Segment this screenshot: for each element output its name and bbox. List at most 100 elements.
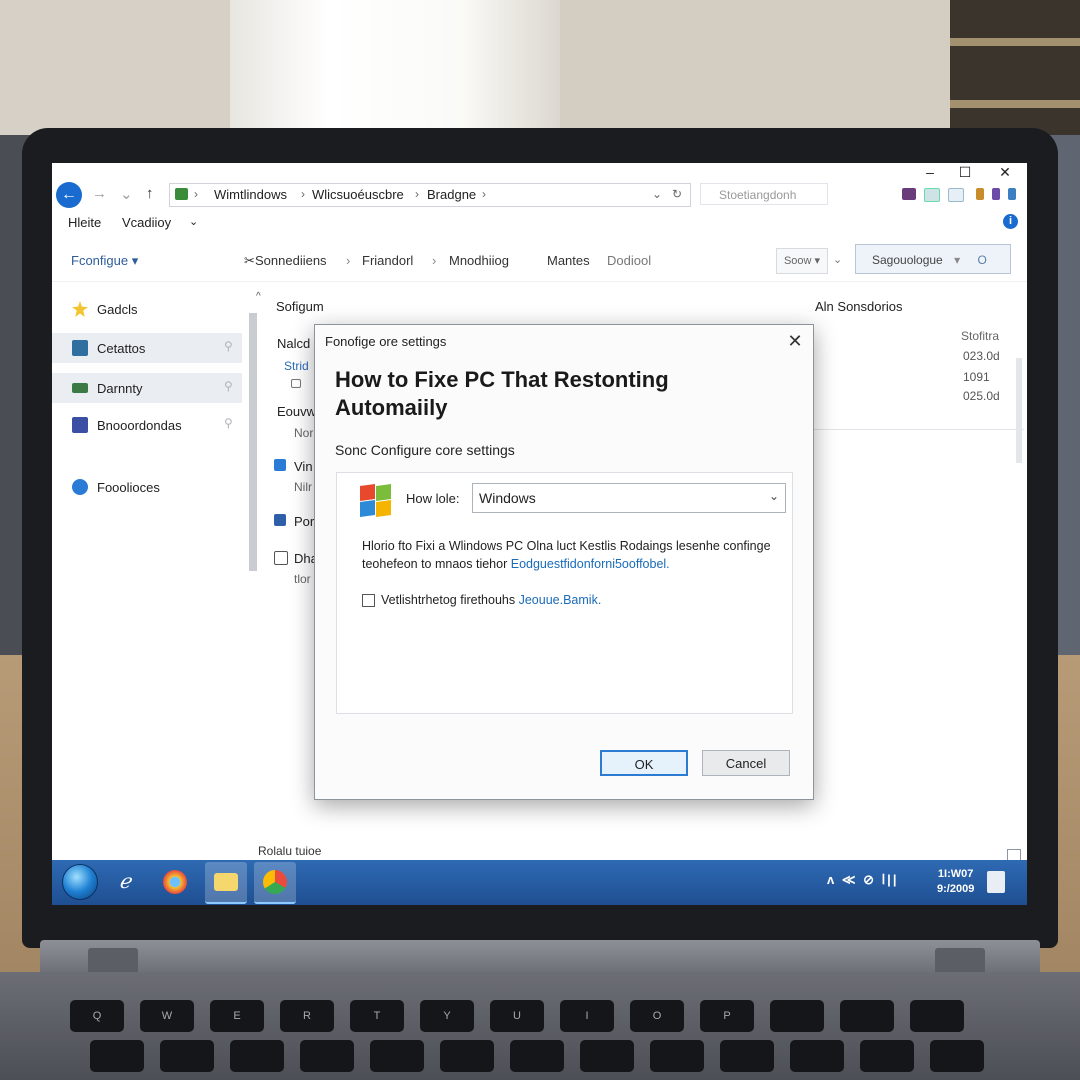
app-icon[interactable] bbox=[924, 188, 940, 202]
chevron-down-icon[interactable]: ⌄ bbox=[189, 215, 198, 228]
info-icon[interactable]: i bbox=[1003, 214, 1018, 229]
address-bar[interactable]: › Wimtlindows › Wlicsuoéuscbre › Bradgne… bbox=[169, 183, 691, 207]
breadcrumb-item[interactable]: Wlicsuoéuscbre bbox=[312, 187, 404, 202]
file-detail: tlor bbox=[294, 572, 311, 586]
column-header[interactable]: Aln Sonsdorios bbox=[815, 299, 902, 314]
menu-item[interactable]: Hleite bbox=[68, 215, 101, 230]
sort-button[interactable]: Soow ▾ bbox=[776, 248, 828, 274]
forward-button[interactable]: → bbox=[92, 185, 107, 202]
file-icon bbox=[291, 379, 301, 388]
nav-item-label: Darnnty bbox=[97, 381, 143, 396]
key bbox=[910, 1000, 964, 1032]
scrollbar[interactable] bbox=[1016, 358, 1022, 463]
app-icon[interactable] bbox=[948, 188, 964, 202]
chrome-icon bbox=[263, 870, 287, 894]
chevron-down-icon[interactable]: ⌄ bbox=[652, 187, 662, 201]
search-input[interactable]: Stoetiangdonh bbox=[700, 183, 828, 205]
sort-label: Soow bbox=[783, 255, 812, 267]
checkbox-link[interactable]: Jeouue.Bamik. bbox=[519, 593, 602, 607]
taskbar-app[interactable]: ℯ bbox=[106, 862, 148, 902]
file-size: 1091 bbox=[963, 370, 990, 384]
laptop-hinge bbox=[40, 940, 1040, 976]
nav-item[interactable]: Darnnty ⚲ bbox=[52, 373, 242, 403]
scissors-icon[interactable]: ✂ bbox=[244, 253, 255, 269]
file-size: 025.0d bbox=[963, 389, 1000, 403]
key bbox=[720, 1040, 774, 1072]
sort-arrow-icon[interactable]: ^ bbox=[256, 291, 261, 302]
navigation-pane: Gadcls Cetattos ⚲ Darnnty ⚲ Bnooordondas… bbox=[52, 289, 247, 849]
taskbar: ℯ ʌ ≪ ⊘ ⅼ|| 1I:W07 9:/2009 bbox=[52, 860, 1027, 905]
configure-menu[interactable]: Fconfigue ▾ bbox=[71, 253, 138, 269]
app-icon[interactable] bbox=[976, 188, 984, 200]
taskbar-app[interactable] bbox=[254, 862, 296, 904]
toolbar-crumb[interactable]: Dodiool bbox=[607, 253, 651, 268]
app-icon[interactable] bbox=[992, 188, 1000, 200]
start-button[interactable] bbox=[62, 864, 98, 900]
nav-item[interactable]: Gadcls bbox=[52, 294, 242, 324]
select-label: How lole: bbox=[406, 491, 460, 506]
key: Q bbox=[70, 1000, 124, 1032]
toolbar-crumb[interactable]: Mnodhiiog bbox=[449, 253, 509, 268]
key bbox=[160, 1040, 214, 1072]
divider bbox=[814, 429, 1024, 430]
menu-item[interactable]: Vcadiioy bbox=[122, 215, 171, 230]
file-name[interactable]: Vin bbox=[294, 459, 313, 474]
nav-item[interactable]: Bnooordondas ⚲ bbox=[52, 410, 242, 440]
scrollbar[interactable] bbox=[249, 313, 257, 571]
key bbox=[90, 1040, 144, 1072]
file-name[interactable]: Por bbox=[294, 514, 314, 529]
system-tray[interactable]: ʌ ≪ ⊘ ⅼ|| bbox=[827, 872, 898, 888]
notification-icon[interactable] bbox=[987, 871, 1005, 893]
description-link[interactable]: Eodguestfidonforni5ooffobel. bbox=[511, 557, 670, 571]
key: W bbox=[140, 1000, 194, 1032]
file-name[interactable]: Nalcd bbox=[277, 336, 310, 351]
close-icon[interactable]: ✕ bbox=[783, 329, 807, 353]
toolbar-crumb[interactable]: Mantes bbox=[547, 253, 590, 268]
breadcrumb-item[interactable]: Bradgne bbox=[427, 187, 476, 202]
laptop-screen: – ☐ ✕ ← → ⌄ ↑ › Wimtlindows › Wlicsuoéus… bbox=[52, 163, 1027, 905]
chevron-right-icon: › bbox=[194, 187, 198, 201]
recent-dropdown[interactable]: ⌄ bbox=[120, 185, 133, 203]
chevron-right-icon: › bbox=[301, 187, 305, 201]
breadcrumb-item[interactable]: Wimtlindows bbox=[214, 187, 287, 202]
close-window-button[interactable]: ✕ bbox=[987, 163, 1023, 181]
minimize-button[interactable]: – bbox=[912, 163, 948, 181]
folder-icon bbox=[214, 873, 238, 891]
toolbar-crumb[interactable]: Friandorl bbox=[362, 253, 413, 268]
toolbar-crumb[interactable]: Sonnediiens bbox=[255, 253, 327, 268]
clock[interactable]: 1I:W07 9:/2009 bbox=[937, 867, 974, 897]
taskbar-app[interactable] bbox=[154, 862, 196, 902]
chevron-down-icon[interactable]: ⌄ bbox=[833, 253, 842, 266]
pin-icon[interactable]: ⚲ bbox=[224, 339, 233, 353]
file-detail: Nor bbox=[294, 426, 314, 440]
cancel-button[interactable]: Cancel bbox=[702, 750, 790, 776]
ok-button[interactable]: OK bbox=[600, 750, 688, 776]
back-button[interactable]: ← bbox=[56, 182, 82, 208]
pin-icon[interactable]: ⚲ bbox=[224, 416, 233, 430]
app-icon[interactable] bbox=[902, 188, 916, 200]
dialog-title: Fonofige ore settings bbox=[325, 334, 447, 349]
clock-time: 1I:W07 bbox=[937, 868, 974, 880]
bookshelf bbox=[950, 0, 1080, 135]
file-detail: Nilr bbox=[294, 480, 312, 494]
nav-item[interactable]: Fooolioces bbox=[52, 472, 242, 502]
maximize-button[interactable]: ☐ bbox=[947, 163, 983, 181]
app-icon[interactable] bbox=[1008, 188, 1016, 200]
file-name[interactable]: Eouvw bbox=[277, 404, 316, 419]
column-header[interactable]: Stofitra bbox=[961, 329, 999, 343]
option-checkbox[interactable] bbox=[362, 594, 375, 607]
refresh-icon[interactable]: ↻ bbox=[672, 187, 682, 201]
up-button[interactable]: ↑ bbox=[146, 185, 154, 202]
search-field[interactable]: Sagouologue ▾ O bbox=[855, 244, 1011, 274]
settings-panel: How lole: Windows ⌄ Hlorio fto Fixi a Wl… bbox=[336, 472, 793, 714]
column-header[interactable]: Sofigum bbox=[276, 299, 324, 314]
taskbar-app[interactable] bbox=[205, 862, 247, 904]
pin-icon[interactable]: ⚲ bbox=[224, 379, 233, 393]
key bbox=[370, 1040, 424, 1072]
keyboard: Q W E R T Y U I O P bbox=[30, 990, 1050, 1080]
key bbox=[230, 1040, 284, 1072]
file-name[interactable]: Strid bbox=[284, 359, 309, 373]
nav-item[interactable]: Cetattos ⚲ bbox=[52, 333, 242, 363]
os-select[interactable]: Windows ⌄ bbox=[472, 483, 786, 513]
shelf-board bbox=[950, 38, 1080, 46]
